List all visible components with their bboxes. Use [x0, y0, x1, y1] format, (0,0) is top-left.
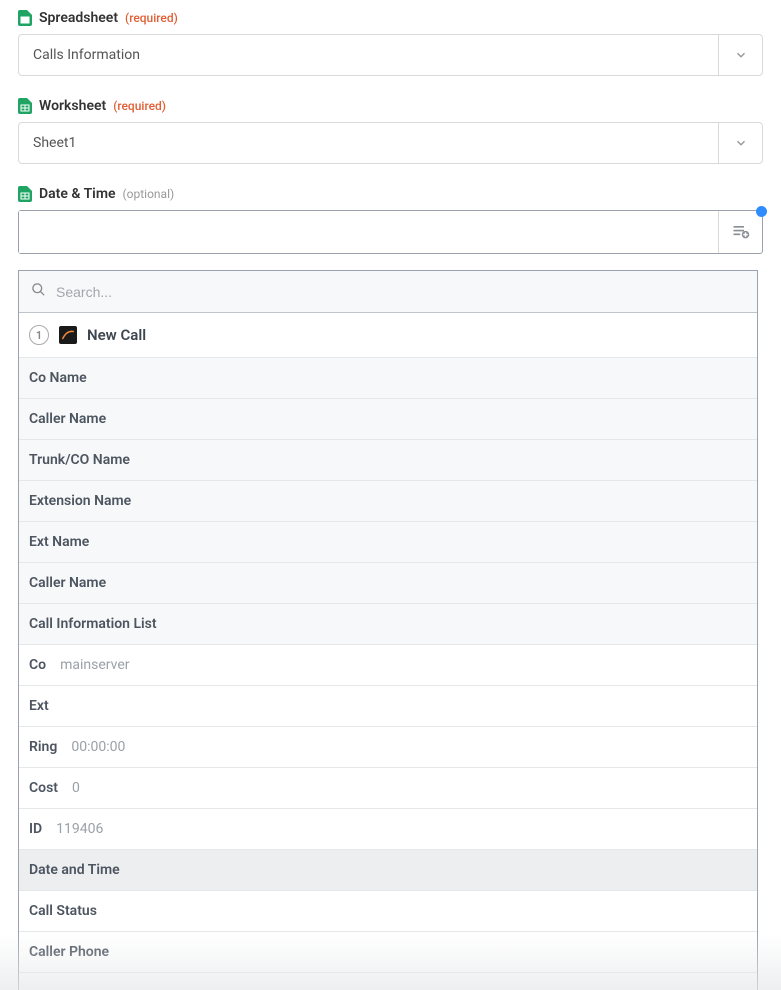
worksheet-caret[interactable] — [718, 123, 762, 163]
spreadsheet-caret[interactable] — [718, 35, 762, 75]
worksheet-select[interactable]: Sheet1 — [18, 122, 763, 164]
spreadsheet-field: Spreadsheet (required) Calls Information — [18, 10, 763, 76]
list-item-value: 119406 — [56, 821, 103, 837]
source-row[interactable]: 1 New Call — [19, 313, 757, 358]
spreadsheet-select[interactable]: Calls Information — [18, 34, 763, 76]
list-item-label: Caller Phone — [29, 944, 109, 960]
list-item-label: Caller Name — [29, 411, 106, 427]
list-item[interactable]: Caller Name — [19, 399, 757, 440]
sheets-icon — [18, 10, 32, 26]
list-item-label: Extension Name — [29, 493, 131, 509]
sheets-icon — [18, 98, 32, 114]
source-step-badge: 1 — [29, 325, 49, 345]
list-item-label: Call Information List — [29, 616, 157, 632]
dropdown-search-row — [19, 271, 757, 313]
list-item[interactable]: Date and Time — [19, 850, 757, 891]
insert-data-button[interactable] — [718, 211, 762, 253]
notification-dot-icon — [756, 206, 767, 217]
list-item[interactable]: Extension Name — [19, 481, 757, 522]
dropdown-scroll-area[interactable]: 1 New Call Co Name Caller Name Trunk/CO Na… — [19, 313, 757, 990]
datetime-label: Date & Time — [39, 186, 116, 202]
spreadsheet-required-tag: (required) — [125, 11, 178, 25]
list-item-value: 00:00:00 — [71, 739, 125, 755]
list-item-label: Cost — [29, 780, 58, 796]
list-item-label: Date and Time — [29, 862, 120, 878]
list-item-label: Ring — [29, 739, 57, 755]
list-item[interactable]: Cost 0 — [19, 768, 757, 809]
list-item-label: Call Status — [29, 903, 97, 919]
list-item-label: Trunk/CO Name — [29, 452, 130, 468]
list-item-value: mainserver — [60, 657, 129, 673]
worksheet-field: Worksheet (required) Sheet1 — [18, 98, 763, 164]
list-item[interactable]: Call Status — [19, 891, 757, 932]
list-item[interactable]: Trunk/CO Name — [19, 440, 757, 481]
source-label: New Call — [87, 326, 146, 344]
list-item[interactable]: Co mainserver — [19, 645, 757, 686]
spreadsheet-label: Spreadsheet — [39, 10, 118, 26]
search-icon — [31, 282, 46, 301]
list-item[interactable]: Caller Name — [19, 563, 757, 604]
list-item[interactable]: Caller Phone — [19, 932, 757, 973]
sheets-icon — [18, 186, 32, 202]
search-input[interactable] — [56, 284, 745, 300]
datetime-optional-tag: (optional) — [123, 187, 175, 201]
list-item-label: ID — [29, 821, 42, 837]
worksheet-required-tag: (required) — [113, 99, 166, 113]
spreadsheet-value: Calls Information — [19, 35, 718, 75]
list-item[interactable]: ID 119406 — [19, 809, 757, 850]
list-item-value: 0 — [72, 780, 80, 796]
worksheet-value: Sheet1 — [19, 123, 718, 163]
list-item-label: Caller Name — [29, 575, 106, 591]
list-item-label: Ext — [29, 698, 49, 714]
worksheet-label: Worksheet — [39, 98, 106, 114]
list-item[interactable]: Ring 00:00:00 — [19, 727, 757, 768]
datetime-input-row — [18, 210, 763, 254]
list-item[interactable]: Ext Name — [19, 522, 757, 563]
list-item-label: Co — [29, 657, 46, 673]
list-item[interactable]: Ext — [19, 686, 757, 727]
list-item[interactable]: Co Name — [19, 358, 757, 399]
list-item[interactable]: Call Information List — [19, 604, 757, 645]
list-item-label: Co Name — [29, 370, 87, 386]
list-item-label: Ext Name — [29, 534, 89, 550]
datetime-field: Date & Time (optional) — [18, 186, 763, 254]
app-icon — [59, 326, 77, 344]
datetime-input[interactable] — [19, 211, 718, 253]
field-picker-dropdown: 1 New Call Co Name Caller Name Trunk/CO Na… — [18, 270, 758, 990]
